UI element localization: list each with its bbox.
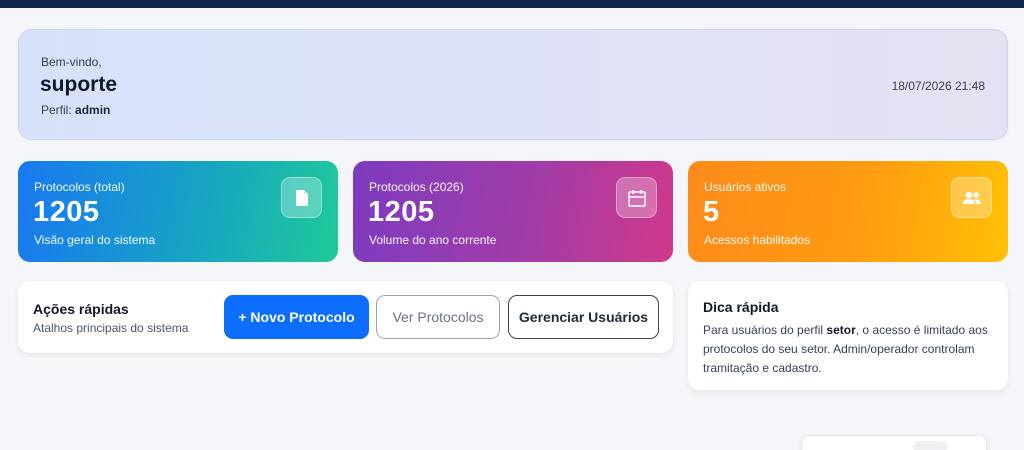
floating-panel-control[interactable] [914,441,947,450]
manage-users-button[interactable]: Gerenciar Usuários [508,295,659,339]
top-navbar [0,0,1024,8]
quick-tip-text: Para usuários do perfil setor, o acesso … [703,321,998,378]
stat-label: Protocolos (total) [34,180,125,194]
view-protocols-button[interactable]: Ver Protocolos [376,295,500,339]
welcome-username: suporte [40,73,118,96]
calendar-icon [616,177,657,218]
current-datetime: 18/07/2026 21:48 [891,79,985,93]
profile-value: admin [75,103,111,117]
stat-label: Protocolos (2026) [369,180,464,194]
new-protocol-button[interactable]: + Novo Protocolo [224,295,369,339]
welcome-profile: Perfil: admin [41,103,110,117]
floating-panel[interactable] [801,435,987,450]
stat-value: 1205 [33,196,100,228]
welcome-greeting: Bem-vindo, [41,55,102,69]
document-icon [281,177,322,218]
quick-actions-title: Ações rápidas [33,301,129,317]
stat-value: 1205 [368,196,435,228]
stat-value: 5 [703,196,720,228]
stat-card-protocols-year: Protocolos (2026) 1205 Volume do ano cor… [353,161,673,262]
stat-card-protocols-total: Protocolos (total) 1205 Visão geral do s… [18,161,338,262]
stat-card-active-users: Usuários ativos 5 Acessos habilitados [688,161,1008,262]
stat-subtext: Acessos habilitados [704,233,811,247]
quick-tip-title: Dica rápida [703,299,779,315]
users-icon [951,177,992,218]
welcome-banner: Bem-vindo, suporte Perfil: admin 18/07/2… [18,29,1008,140]
quick-actions-card: Ações rápidas Atalhos principais do sist… [18,281,673,353]
profile-label: Perfil: [41,103,72,117]
tip-text-before: Para usuários do perfil [703,323,827,337]
quick-actions-subtitle: Atalhos principais do sistema [33,321,189,335]
tip-highlight: setor [826,323,856,337]
stat-subtext: Visão geral do sistema [34,233,156,247]
stat-subtext: Volume do ano corrente [369,233,497,247]
quick-tip-card: Dica rápida Para usuários do perfil seto… [688,281,1008,390]
stat-label: Usuários ativos [704,180,787,194]
